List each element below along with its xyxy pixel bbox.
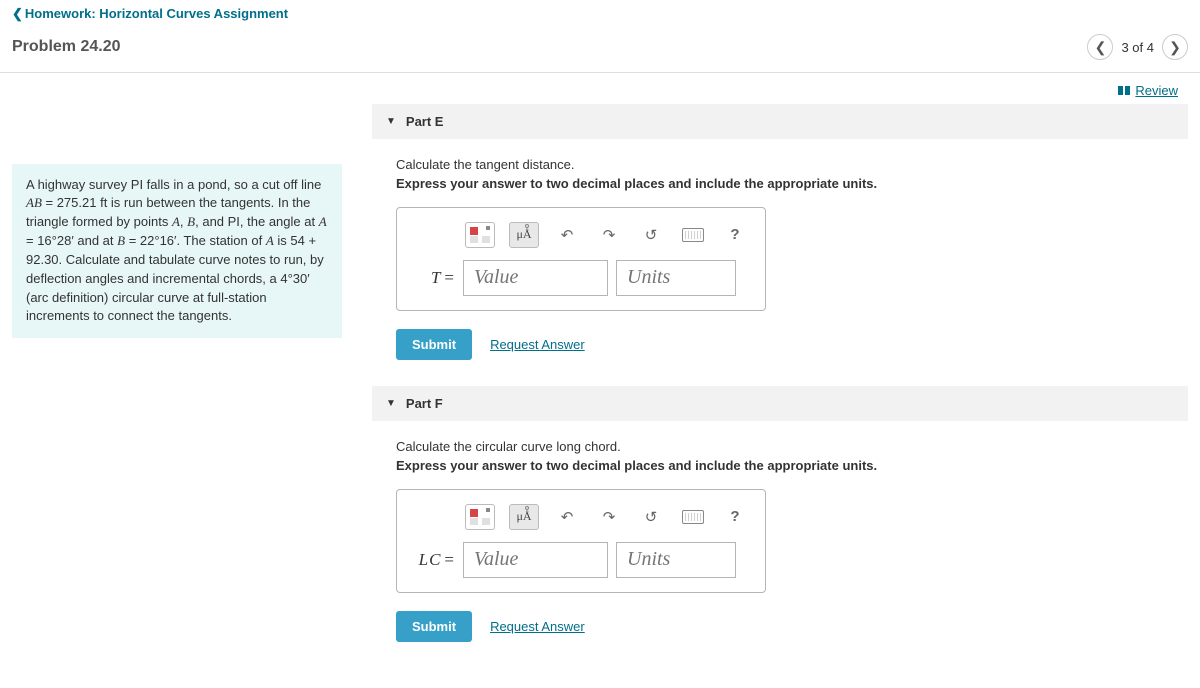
value-input[interactable]: [463, 542, 608, 578]
template-tool-icon[interactable]: [465, 504, 495, 530]
breadcrumb[interactable]: ❮Homework: Horizontal Curves Assignment: [12, 6, 288, 21]
problem-title: Problem 24.20: [12, 38, 121, 56]
part-header-f[interactable]: ▼ Part F: [372, 386, 1188, 421]
part-header-e[interactable]: ▼ Part E: [372, 104, 1188, 139]
problem-nav: ❮ 3 of 4 ❯: [1087, 34, 1188, 60]
template-tool-icon[interactable]: [465, 222, 495, 248]
instruction-text: Express your answer to two decimal place…: [396, 176, 1164, 191]
instruction-text: Express your answer to two decimal place…: [396, 458, 1164, 473]
undo-icon[interactable]: ↶: [553, 504, 581, 530]
part-title: Part E: [406, 114, 444, 129]
units-tool-icon[interactable]: μÅ: [509, 222, 539, 248]
request-answer-link[interactable]: Request Answer: [490, 337, 585, 352]
reset-icon[interactable]: ↺: [637, 504, 665, 530]
answer-box: μÅ ↶ ↷ ↺ ? LC=: [396, 489, 766, 593]
review-label: Review: [1135, 83, 1178, 98]
submit-button[interactable]: Submit: [396, 611, 472, 642]
breadcrumb-label: Homework: Horizontal Curves Assignment: [25, 6, 288, 21]
answer-toolbar: μÅ ↶ ↷ ↺ ?: [465, 504, 749, 530]
prev-problem-button[interactable]: ❮: [1087, 34, 1113, 60]
request-answer-link[interactable]: Request Answer: [490, 619, 585, 634]
redo-icon[interactable]: ↷: [595, 504, 623, 530]
collapse-icon: ▼: [386, 116, 396, 127]
variable-label: T=: [413, 268, 455, 288]
problem-statement: A highway survey PI falls in a pond, so …: [12, 164, 342, 339]
book-icon: [1117, 85, 1131, 97]
redo-icon[interactable]: ↷: [595, 222, 623, 248]
keyboard-icon[interactable]: [679, 222, 707, 248]
prompt-text: Calculate the circular curve long chord.: [396, 439, 1164, 454]
help-icon[interactable]: ?: [721, 504, 749, 530]
problem-position: 3 of 4: [1121, 40, 1154, 55]
prompt-text: Calculate the tangent distance.: [396, 157, 1164, 172]
units-input[interactable]: [616, 542, 736, 578]
collapse-icon: ▼: [386, 398, 396, 409]
reset-icon[interactable]: ↺: [637, 222, 665, 248]
undo-icon[interactable]: ↶: [553, 222, 581, 248]
keyboard-icon[interactable]: [679, 504, 707, 530]
chevron-left-icon: ❮: [12, 6, 23, 21]
next-problem-button[interactable]: ❯: [1162, 34, 1188, 60]
part-title: Part F: [406, 396, 443, 411]
units-tool-icon[interactable]: μÅ: [509, 504, 539, 530]
answer-box: μÅ ↶ ↷ ↺ ? T=: [396, 207, 766, 311]
review-link[interactable]: Review: [1117, 83, 1178, 98]
units-input[interactable]: [616, 260, 736, 296]
help-icon[interactable]: ?: [721, 222, 749, 248]
value-input[interactable]: [463, 260, 608, 296]
answer-toolbar: μÅ ↶ ↷ ↺ ?: [465, 222, 749, 248]
variable-label: LC=: [413, 550, 455, 570]
submit-button[interactable]: Submit: [396, 329, 472, 360]
